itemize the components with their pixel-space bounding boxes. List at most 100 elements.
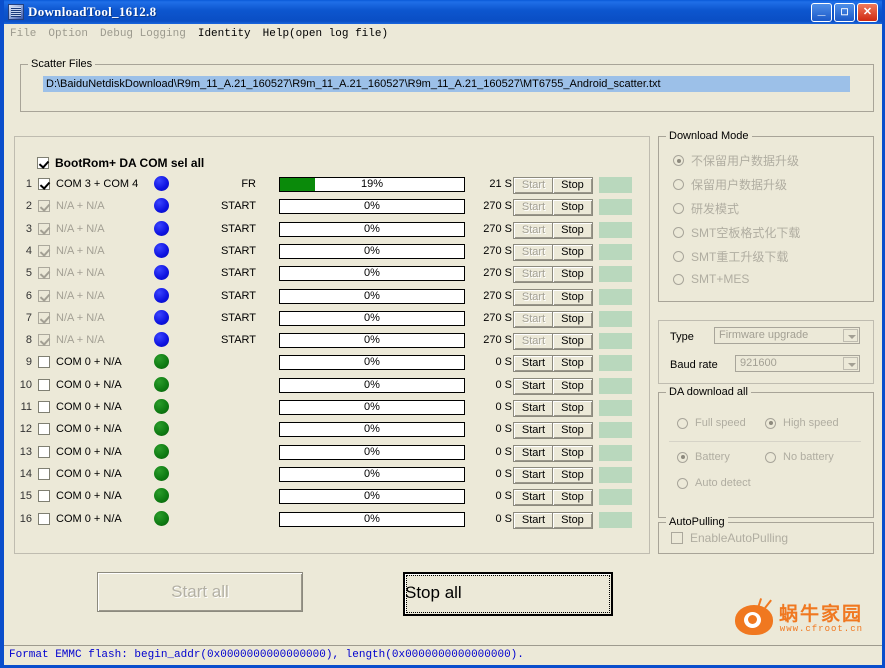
row-elapsed-seconds: 0 S <box>495 512 512 525</box>
da-speed-option[interactable]: Full speed <box>677 417 746 429</box>
download-mode-option[interactable]: SMT重工升级下载 <box>673 248 788 265</box>
row-start-button: Start <box>513 177 554 194</box>
da-battery-option[interactable]: No battery <box>765 451 834 463</box>
row-select-checkbox[interactable] <box>38 289 50 302</box>
row-select-checkbox[interactable] <box>38 401 50 413</box>
download-mode-option[interactable]: SMT空板格式化下载 <box>673 224 800 241</box>
row-start-label: START <box>220 222 256 235</box>
row-stop-button[interactable]: Stop <box>552 288 593 306</box>
progress-bar: 0% <box>279 377 465 393</box>
progress-text: 19% <box>360 178 384 190</box>
row-stop-button[interactable]: Stop <box>552 377 593 395</box>
row-start-button[interactable]: Start <box>513 489 554 507</box>
row-stop-button[interactable]: Stop <box>552 199 593 217</box>
radio-icon[interactable] <box>677 417 688 429</box>
autopulling-row[interactable]: EnableAutoPulling <box>671 531 788 545</box>
close-icon[interactable]: ✕ <box>857 2 878 22</box>
row-index: 5 <box>25 267 32 280</box>
type-baud-panel: Type Firmware upgrade Baud rate 921600 <box>658 320 874 384</box>
row-start-button[interactable]: Start <box>513 400 554 417</box>
download-mode-option[interactable]: 研发模式 <box>673 200 739 217</box>
row-stop-button[interactable]: Stop <box>552 333 593 351</box>
row-index: 2 <box>25 200 32 213</box>
row-select-checkbox[interactable] <box>38 423 50 436</box>
row-select-checkbox[interactable] <box>38 356 50 369</box>
row-select-checkbox[interactable] <box>38 378 50 391</box>
row-index: 12 <box>19 423 32 436</box>
row-stop-button[interactable]: Stop <box>552 444 593 462</box>
progress-bar: 0% <box>279 511 465 527</box>
row-index: 16 <box>19 512 32 525</box>
row-select-checkbox[interactable] <box>38 222 50 235</box>
row-start-button[interactable]: Start <box>513 444 554 462</box>
maximize-icon[interactable]: ☐ <box>834 2 855 22</box>
radio-icon[interactable] <box>765 451 776 463</box>
status-led-blue <box>154 220 169 236</box>
da-speed-option[interactable]: High speed <box>765 417 839 429</box>
menu-bar: File Option Debug Logging Identity Help(open… <box>4 24 882 43</box>
row-select-checkbox[interactable] <box>38 467 50 480</box>
row-elapsed-seconds: 270 S <box>483 334 512 347</box>
da-download-inner: Full speed High speed Battery No battery Au… <box>667 405 863 509</box>
radio-icon[interactable] <box>673 273 684 285</box>
radio-icon[interactable] <box>673 227 684 238</box>
row-start-label: START <box>220 244 256 257</box>
da-battery-option[interactable]: Battery <box>677 451 730 463</box>
download-mode-option[interactable]: 保留用户数据升级 <box>673 176 787 193</box>
row-stop-button[interactable]: Stop <box>552 177 593 194</box>
row-stop-button[interactable]: Stop <box>552 400 593 417</box>
row-select-checkbox[interactable] <box>38 512 50 525</box>
scatter-file-path[interactable]: D:\BaiduNetdiskDownload\R9m_11_A.21_1605… <box>43 76 850 92</box>
radio-icon[interactable] <box>673 179 684 190</box>
row-stop-button[interactable]: Stop <box>552 511 593 529</box>
download-mode-option[interactable]: 不保留用户数据升级 <box>673 152 799 169</box>
row-stop-button[interactable]: Stop <box>552 489 593 507</box>
row-stop-button[interactable]: Stop <box>552 243 593 261</box>
radio-icon[interactable] <box>673 203 684 214</box>
autopulling-checkbox[interactable] <box>671 532 683 544</box>
row-stop-button[interactable]: Stop <box>552 310 593 328</box>
baud-rate-select[interactable]: 921600 <box>735 355 860 372</box>
row-select-checkbox[interactable] <box>38 178 50 190</box>
row-select-checkbox[interactable] <box>38 334 50 347</box>
menu-item-help-open-log-file[interactable]: Help(open log file) <box>257 27 394 41</box>
stop-all-button[interactable]: Stop all <box>403 572 613 616</box>
row-start-button[interactable]: Start <box>513 377 554 395</box>
row-start-button[interactable]: Start <box>513 422 554 440</box>
select-all-checkbox[interactable] <box>37 157 49 169</box>
row-stop-button[interactable]: Stop <box>552 221 593 239</box>
row-select-checkbox[interactable] <box>38 244 50 257</box>
row-select-checkbox[interactable] <box>38 267 50 280</box>
select-all-row[interactable]: BootRom+ DA COM sel all <box>37 156 204 170</box>
row-select-checkbox[interactable] <box>38 490 50 503</box>
row-elapsed-seconds: 0 S <box>495 356 512 369</box>
row-start-button[interactable]: Start <box>513 355 554 373</box>
row-select-checkbox[interactable] <box>38 200 50 213</box>
radio-icon[interactable] <box>673 251 684 262</box>
row-stop-button[interactable]: Stop <box>552 266 593 284</box>
status-led-blue <box>154 332 169 348</box>
chevron-down-icon[interactable] <box>843 357 858 370</box>
menu-item-identity[interactable]: Identity <box>192 27 257 41</box>
row-stop-button[interactable]: Stop <box>552 466 593 484</box>
row-start-button[interactable]: Start <box>513 511 554 529</box>
minimize-icon[interactable]: _ <box>811 2 832 22</box>
row-stop-button[interactable]: Stop <box>552 422 593 440</box>
type-select[interactable]: Firmware upgrade <box>714 327 860 344</box>
da-battery-option[interactable]: Auto detect <box>677 477 751 489</box>
snail-icon <box>731 598 777 639</box>
radio-icon[interactable] <box>673 155 684 166</box>
radio-icon[interactable] <box>765 417 776 429</box>
start-all-button[interactable]: Start all <box>97 572 303 612</box>
progress-bar: 0% <box>279 355 465 371</box>
radio-icon[interactable] <box>677 451 688 463</box>
row-select-checkbox[interactable] <box>38 311 50 324</box>
progress-text: 0% <box>364 267 380 280</box>
row-status-box <box>599 288 632 305</box>
row-select-checkbox[interactable] <box>38 445 50 458</box>
chevron-down-icon[interactable] <box>843 329 858 342</box>
row-stop-button[interactable]: Stop <box>552 355 593 373</box>
radio-icon[interactable] <box>677 477 688 489</box>
row-start-button[interactable]: Start <box>513 466 554 484</box>
download-mode-option[interactable]: SMT+MES <box>673 272 749 286</box>
